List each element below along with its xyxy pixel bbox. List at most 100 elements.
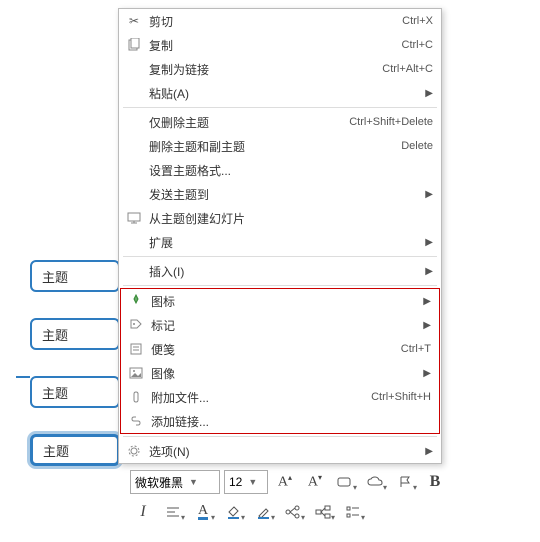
node-label: 主题 <box>42 383 68 402</box>
gear-icon <box>123 441 145 461</box>
bucket-icon <box>226 505 240 519</box>
separator <box>123 107 437 108</box>
shortcut: Ctrl+T <box>401 343 431 355</box>
chevron-down-icon: ▾ <box>331 513 335 522</box>
menu-label: 发送主题到 <box>145 186 423 203</box>
chevron-down-icon: ▾ <box>181 513 185 522</box>
menu-label: 选项(N) <box>145 443 423 460</box>
menu-send-to[interactable]: 发送主题到 ▶ <box>119 182 441 206</box>
cloud-button[interactable]: ▾ <box>362 470 388 494</box>
menu-icon[interactable]: 图标 ▶ <box>121 289 439 313</box>
separator <box>123 436 437 437</box>
copy-icon <box>123 35 145 55</box>
link-icon <box>125 411 147 431</box>
align-button[interactable]: ▾ <box>160 500 186 524</box>
menu-delete-all[interactable]: 删除主题和副主题 Delete <box>119 134 441 158</box>
layout-button[interactable]: ▾ <box>310 500 336 524</box>
topic-node[interactable]: 主题 <box>30 376 120 408</box>
tag-icon <box>125 315 147 335</box>
note-icon <box>125 339 147 359</box>
menu-slides[interactable]: 从主题创建幻灯片 <box>119 206 441 230</box>
menu-attach[interactable]: 附加文件... Ctrl+Shift+H <box>121 385 439 409</box>
shortcut: Ctrl+X <box>402 15 433 27</box>
font-grow-icon: A▴ <box>278 473 292 491</box>
paperclip-icon <box>125 387 147 407</box>
line-color-button[interactable]: ▾ <box>250 500 276 524</box>
format-toolbar: 微软雅黑▼ 12 ▼ A▴ A▾ ▾ ▾ ▾ B I ▾ A▾ ▾ ▾ ▾ ▾ ▾ <box>130 470 448 524</box>
chevron-down-icon: ▾ <box>361 513 365 522</box>
chevron-down-icon: ▾ <box>383 483 387 492</box>
chevron-down-icon: ▾ <box>301 513 305 522</box>
decrease-font-button[interactable]: A▾ <box>302 470 328 494</box>
menu-paste[interactable]: 粘贴(A) ▶ <box>119 81 441 105</box>
menu-options[interactable]: 选项(N) ▶ <box>119 439 441 463</box>
topic-node[interactable]: 主题 <box>30 318 120 350</box>
chevron-right-icon: ▶ <box>423 189 433 200</box>
chevron-right-icon: ▶ <box>423 237 433 248</box>
shape-icon <box>337 475 353 489</box>
menu-insert[interactable]: 插入(I) ▶ <box>119 259 441 283</box>
bold-icon: B <box>430 473 441 491</box>
menu-image[interactable]: 图像 ▶ <box>121 361 439 385</box>
shape-button[interactable]: ▾ <box>332 470 358 494</box>
screen-icon <box>123 208 145 228</box>
marker-icon <box>125 291 147 311</box>
chevron-right-icon: ▶ <box>421 320 431 331</box>
menu-tag[interactable]: 标记 ▶ <box>121 313 439 337</box>
font-color-button[interactable]: A▾ <box>190 500 216 524</box>
bold-button[interactable]: B <box>422 470 448 494</box>
structure-icon <box>285 505 301 519</box>
chevron-right-icon: ▶ <box>423 446 433 457</box>
menu-note[interactable]: 便笺 Ctrl+T <box>121 337 439 361</box>
chevron-down-icon: ▼ <box>248 477 257 487</box>
menu-label: 附加文件... <box>147 389 371 406</box>
menu-extend[interactable]: 扩展 ▶ <box>119 230 441 254</box>
highlighted-group: 图标 ▶ 标记 ▶ 便笺 Ctrl+T 图像 ▶ 附加文件... Ctrl+Sh… <box>120 288 440 434</box>
shortcut: Ctrl+Shift+H <box>371 391 431 403</box>
menu-link[interactable]: 添加链接... <box>121 409 439 433</box>
increase-font-button[interactable]: A▴ <box>272 470 298 494</box>
menu-label: 标记 <box>147 317 421 334</box>
menu-label: 删除主题和副主题 <box>145 138 401 155</box>
fill-color-button[interactable]: ▾ <box>220 500 246 524</box>
separator <box>123 256 437 257</box>
separator <box>123 285 437 286</box>
shortcut: Ctrl+Shift+Delete <box>349 116 433 128</box>
menu-label: 仅删除主题 <box>145 114 349 131</box>
menu-label: 复制 <box>145 37 402 54</box>
menu-label: 添加链接... <box>147 413 431 430</box>
layout-icon <box>315 505 331 519</box>
chevron-down-icon: ▾ <box>211 513 215 522</box>
chevron-right-icon: ▶ <box>421 296 431 307</box>
topic-node-selected[interactable]: 主题 <box>30 434 120 466</box>
scissors-icon: ✂ <box>123 11 145 31</box>
chevron-right-icon: ▶ <box>423 88 433 99</box>
node-label: 主题 <box>42 267 68 286</box>
menu-copy-link[interactable]: 复制为链接 Ctrl+Alt+C <box>119 57 441 81</box>
node-label: 主题 <box>43 441 69 460</box>
size-select[interactable]: 12 ▼ <box>224 470 268 494</box>
italic-button[interactable]: I <box>130 500 156 524</box>
list-button[interactable]: ▾ <box>340 500 366 524</box>
menu-delete-topic[interactable]: 仅删除主题 Ctrl+Shift+Delete <box>119 110 441 134</box>
menu-label: 粘贴(A) <box>145 85 423 102</box>
italic-icon: I <box>140 503 145 521</box>
menu-copy[interactable]: 复制 Ctrl+C <box>119 33 441 57</box>
menu-label: 设置主题格式... <box>145 162 433 179</box>
menu-label: 图标 <box>147 293 421 310</box>
menu-label: 图像 <box>147 365 421 382</box>
node-label: 主题 <box>42 325 68 344</box>
font-shrink-icon: A▾ <box>308 473 322 491</box>
shortcut: Ctrl+C <box>402 39 433 51</box>
font-select[interactable]: 微软雅黑▼ <box>130 470 220 494</box>
menu-format[interactable]: 设置主题格式... <box>119 158 441 182</box>
context-menu: ✂ 剪切 Ctrl+X 复制 Ctrl+C 复制为链接 Ctrl+Alt+C 粘… <box>118 8 442 464</box>
topic-node[interactable]: 主题 <box>30 260 120 292</box>
font-size: 12 <box>229 475 242 489</box>
menu-label: 插入(I) <box>145 263 423 280</box>
menu-cut[interactable]: ✂ 剪切 Ctrl+X <box>119 9 441 33</box>
chevron-down-icon: ▾ <box>271 513 275 522</box>
chevron-down-icon: ▾ <box>413 483 417 492</box>
structure-button[interactable]: ▾ <box>280 500 306 524</box>
flag-button[interactable]: ▾ <box>392 470 418 494</box>
